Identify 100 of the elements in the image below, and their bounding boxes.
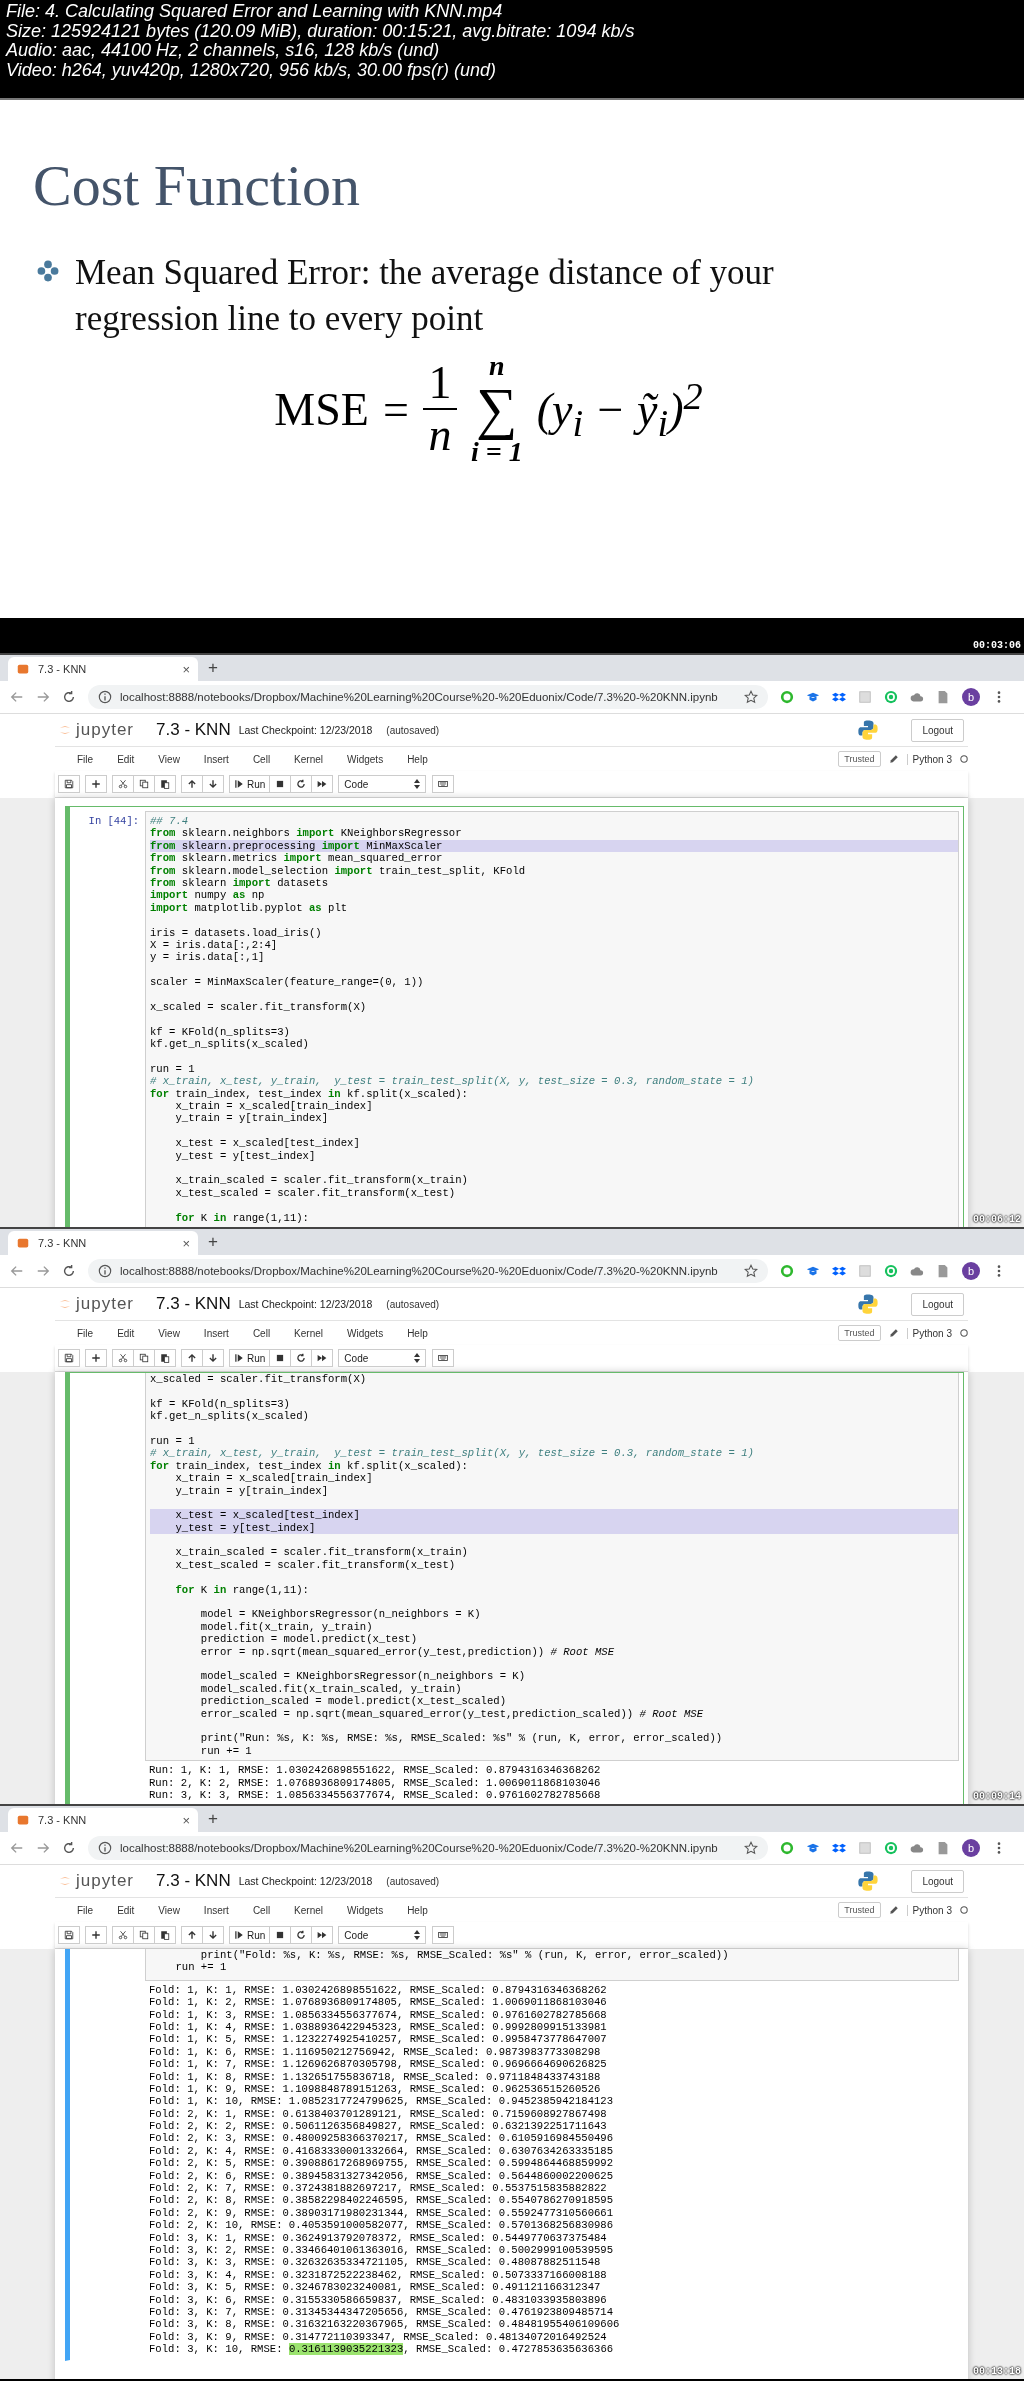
code-line: model.fit(x_train, y_train) xyxy=(199,1620,373,1633)
timestamp: 00:06:12 xyxy=(973,1214,1021,1225)
code-line: model_scaled.fit(x_train_scaled, y_train) xyxy=(199,1682,462,1695)
checkpoint-text: Last Checkpoint: 12/23/2018 xyxy=(238,1875,373,1887)
code-line: print("Fold: %s, K: %s, RMSE: %s, RMSE_Scaled: %s" % (run, K, error, error_scaled)) xyxy=(199,1949,729,1961)
profile-avatar[interactable]: b xyxy=(962,1262,980,1280)
slide-title: Cost Function xyxy=(33,153,361,218)
logout-button[interactable]: Logout xyxy=(911,1292,964,1316)
output-line: Run: 3, K: 3, RMSE: 1.0856334556377674, RMSE_Scaled: 0.9761602782785668 xyxy=(149,1788,602,1802)
kernel-name[interactable]: Python 3 xyxy=(906,1904,952,1916)
code-line: y = iris.data[:,1] xyxy=(150,951,265,964)
denominator: n xyxy=(428,410,452,460)
menu-item[interactable]: Help xyxy=(395,1327,440,1339)
notebook-title[interactable]: 7.3 - KNN xyxy=(156,1871,231,1891)
menu-item[interactable]: Edit xyxy=(105,753,147,765)
formula-text: MSE xyxy=(274,382,369,436)
menu-item[interactable]: Cell xyxy=(240,753,283,765)
profile-avatar[interactable]: b xyxy=(962,688,980,706)
menu-item[interactable]: View xyxy=(146,1327,192,1339)
menu-item[interactable]: Cell xyxy=(240,1327,283,1339)
trusted-badge[interactable]: Trusted xyxy=(838,1902,881,1918)
menu-item[interactable]: Widgets xyxy=(335,1904,396,1916)
new-tab-button[interactable]: + xyxy=(208,658,218,678)
code-line: kf.get_n_splits(x_scaled) xyxy=(150,1410,309,1423)
close-tab-button[interactable]: × xyxy=(182,661,190,677)
equals-sign: = xyxy=(382,382,409,436)
code-line: for K in range(1,11): xyxy=(174,1583,309,1596)
kernel-name[interactable]: Python 3 xyxy=(906,753,952,765)
address-bar[interactable]: localhost:8888/notebooks/Dropbox/Machine%20Learning%20Course%20-%20Eduonix/Code/7.3%20-%20KNN.ipynb xyxy=(88,1836,768,1860)
code-line: scaler = MinMaxScaler(feature_range=(0, 1)) xyxy=(150,976,424,989)
menu-item[interactable]: Kernel xyxy=(282,753,335,765)
output-line: Fold: 1, K: 7, RMSE: 1.1269626870305798, RMSE_Scaled: 0.9696664690626825 xyxy=(149,2058,608,2071)
timestamp: 00:13:18 xyxy=(973,2366,1021,2377)
menu-item[interactable]: Help xyxy=(395,1904,440,1916)
logo-text: jupyter xyxy=(76,1294,135,1314)
code-line: run += 1 xyxy=(174,1961,227,1974)
cell-type-dropdown[interactable]: Code xyxy=(338,1926,427,1944)
autosave-status: (autosaved) xyxy=(386,1875,440,1887)
menu-item[interactable]: Insert xyxy=(191,1904,241,1916)
new-tab-button[interactable]: + xyxy=(208,1809,218,1829)
close-tab-button[interactable]: × xyxy=(182,1812,190,1828)
output-line: Fold: 3, K: 8, RMSE: 0.31632163220367965, RMSE_Scaled: 0.48481955406109606 xyxy=(149,2318,621,2331)
profile-avatar[interactable]: b xyxy=(962,1839,980,1857)
menu-item[interactable]: Insert xyxy=(191,753,241,765)
trusted-badge[interactable]: Trusted xyxy=(838,1325,881,1341)
address-bar[interactable]: localhost:8888/notebooks/Dropbox/Machine%20Learning%20Course%20-%20Eduonix/Code/7.3%20-%20KNN.ipynb xyxy=(88,1259,768,1283)
cell-type-dropdown[interactable]: Code xyxy=(338,775,427,793)
browser-tab[interactable]: 7.3 - KNN × xyxy=(8,1808,198,1832)
notebook-title[interactable]: 7.3 - KNN xyxy=(156,720,231,740)
code-line: x_scaled = scaler.fit_transform(X) xyxy=(150,1373,367,1385)
output-line: Fold: 2, K: 2, RMSE: 0.5061126356849827, RMSE_Scaled: 0.6321392251711643 xyxy=(149,2120,608,2133)
code-line: x_test = x_scaled[test_index] xyxy=(174,1137,360,1150)
menu-item[interactable]: Cell xyxy=(240,1904,283,1916)
file-info-line: File: 4. Calculating Squared Error and Learning with KNN.mp4 xyxy=(6,2,504,22)
output-line: Fold: 3, K: 5, RMSE: 0.3246783023240081, RMSE_Scaled: 0.491121166312347 xyxy=(149,2281,602,2294)
output-line: Fold: 3, K: 10, RMSE: 0.3161139035221323, RMSE_Scaled: 0.4727853635636366 xyxy=(149,2343,615,2356)
run-button[interactable]: Run xyxy=(229,1926,271,1944)
logout-button[interactable]: Logout xyxy=(911,1869,964,1893)
new-tab-button[interactable]: + xyxy=(208,1232,218,1252)
code-line: model = KNeighborsRegressor(n_neighbors = K) xyxy=(199,1608,481,1621)
run-button[interactable]: Run xyxy=(229,1349,271,1367)
run-button[interactable]: Run xyxy=(229,775,271,793)
code-line: X = iris.data[:,2:4] xyxy=(150,938,278,951)
output-line: Fold: 2, K: 10, RMSE: 0.4053591000582077, RMSE_Scaled: 0.5701368256830986 xyxy=(149,2219,615,2232)
output-line: Fold: 2, K: 1, RMSE: 0.6138403701289121, RMSE_Scaled: 0.7159608927867498 xyxy=(149,2107,608,2121)
code-line: from sklearn.neighbors import KNeighborsRegressor xyxy=(150,827,462,840)
menu-item[interactable]: Edit xyxy=(105,1327,147,1339)
code-line: y_test = y[test_index] xyxy=(174,1149,316,1162)
browser-tab[interactable]: 7.3 - KNN × xyxy=(8,1231,198,1255)
menu-item[interactable]: Insert xyxy=(191,1327,241,1339)
numerator: 1 xyxy=(428,358,452,408)
menu-item[interactable]: Kernel xyxy=(282,1904,335,1916)
code-line: run = 1 xyxy=(150,1062,195,1075)
close-tab-button[interactable]: × xyxy=(182,1235,190,1251)
code-line: x_test_scaled = scaler.fit_transform(x_test) xyxy=(174,1558,456,1571)
menu-item[interactable]: Edit xyxy=(105,1904,147,1916)
menu-item[interactable]: Widgets xyxy=(335,753,396,765)
output-line: Fold: 2, K: 4, RMSE: 0.41683330001332664, RMSE_Scaled: 0.6307634263335185 xyxy=(149,2144,615,2158)
code-line: model_scaled = KNeighborsRegressor(n_neighbors = K) xyxy=(199,1670,526,1683)
logout-button[interactable]: Logout xyxy=(911,718,964,742)
menu-item[interactable]: File xyxy=(65,753,106,765)
cell-type-dropdown[interactable]: Code xyxy=(338,1349,427,1367)
code-line: y_train = y[train_index] xyxy=(174,1112,328,1125)
menu-item[interactable]: Widgets xyxy=(335,1327,396,1339)
menu-item[interactable]: Kernel xyxy=(282,1327,335,1339)
menu-item[interactable]: Help xyxy=(395,753,440,765)
menu-item[interactable]: View xyxy=(146,753,192,765)
menu-item[interactable]: File xyxy=(65,1904,106,1916)
trusted-badge[interactable]: Trusted xyxy=(838,751,881,767)
output-line: Fold: 1, K: 1, RMSE: 1.0302426898551622, RMSE_Scaled: 0.8794316346368262 xyxy=(149,1983,608,1997)
output-line: Fold: 1, K: 8, RMSE: 1.132651755836718, RMSE_Scaled: 0.9711848433743188 xyxy=(149,2070,602,2083)
upper-limit: n xyxy=(488,352,505,380)
browser-tab[interactable]: 7.3 - KNN × xyxy=(8,657,198,681)
code-line: kf = KFold(n_splits=3) xyxy=(150,1025,290,1038)
menu-item[interactable]: View xyxy=(146,1904,192,1916)
address-bar[interactable]: localhost:8888/notebooks/Dropbox/Machine%20Learning%20Course%20-%20Eduonix/Code/7.3%20-%20KNN.ipynb xyxy=(88,685,768,709)
menu-item[interactable]: File xyxy=(65,1327,106,1339)
output-line: Fold: 2, K: 6, RMSE: 0.38945831327342056, RMSE_Scaled: 0.5644860002200625 xyxy=(149,2169,615,2183)
notebook-title[interactable]: 7.3 - KNN xyxy=(156,1294,231,1314)
kernel-name[interactable]: Python 3 xyxy=(906,1327,952,1339)
